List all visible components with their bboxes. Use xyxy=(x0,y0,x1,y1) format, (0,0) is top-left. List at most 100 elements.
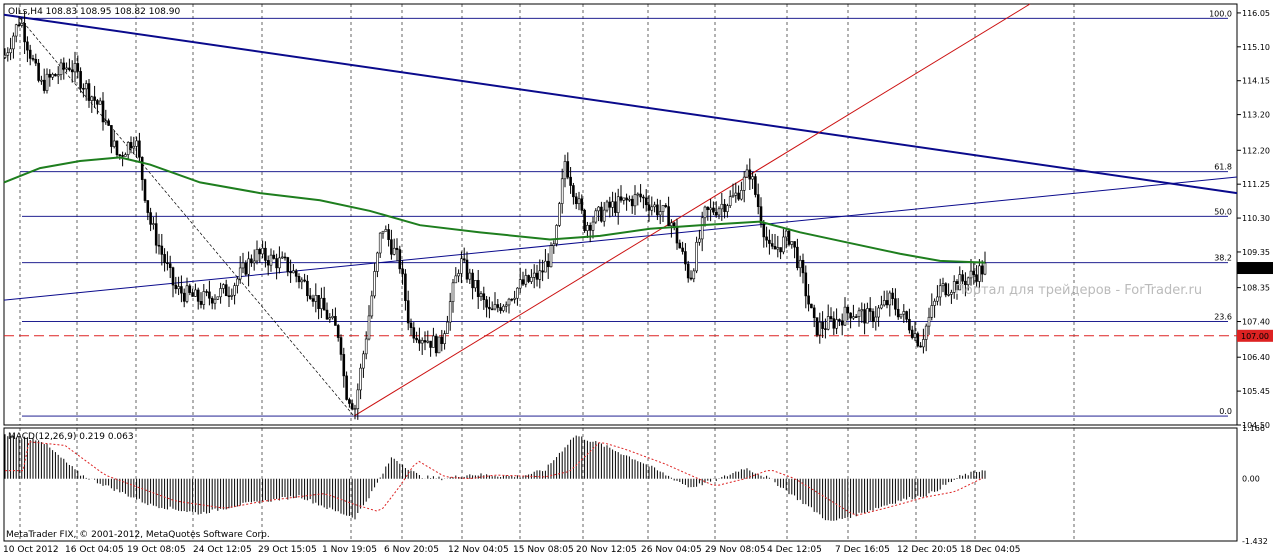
candle-body xyxy=(597,206,600,212)
x-tick-label: 7 Dec 16:05 xyxy=(835,545,890,555)
candle-body xyxy=(773,246,777,250)
candle-body xyxy=(516,287,519,299)
candle-body xyxy=(205,291,208,293)
candle-body xyxy=(843,306,847,326)
candle-body xyxy=(656,204,659,216)
candle-body xyxy=(941,283,945,287)
candle-body xyxy=(308,295,312,299)
candle-body xyxy=(311,298,315,302)
candle-body xyxy=(437,336,441,354)
candle-body xyxy=(902,311,906,315)
candle-body xyxy=(258,248,262,255)
candle-body xyxy=(34,58,38,64)
x-tick-label: 10 Oct 2012 xyxy=(3,545,59,555)
candle-body xyxy=(68,67,71,71)
candle-body xyxy=(502,305,505,311)
x-tick-label: 1 Nov 19:05 xyxy=(322,545,377,555)
candle-body xyxy=(846,306,850,314)
candle-body xyxy=(140,156,144,180)
candle-body xyxy=(171,267,175,286)
candle-body xyxy=(297,276,301,283)
candle-body xyxy=(334,316,337,326)
candle-body xyxy=(698,238,701,243)
candle-body xyxy=(810,303,813,309)
candle-body xyxy=(82,87,85,90)
candle-body xyxy=(588,225,592,231)
candle-body xyxy=(628,198,631,201)
price-tick-label: 108.35 xyxy=(1242,284,1270,293)
candle-body xyxy=(384,229,388,232)
candle-body xyxy=(566,161,570,178)
candle-body xyxy=(714,211,718,216)
chart-window[interactable]: 100.0 61.8 50.0 38.2 23.6 0.0 10 Oct 2012 16 O… xyxy=(0,0,1274,557)
symbol-line: OILs,H4 108.83 108.95 108.82 108.90 xyxy=(8,7,180,17)
candle-body xyxy=(717,208,721,216)
candle-body xyxy=(356,389,360,410)
x-tick-label: 12 Nov 04:05 xyxy=(448,545,509,555)
candle-body xyxy=(692,270,696,280)
candle-body xyxy=(269,254,273,266)
trading-chart[interactable]: 100.0 61.8 50.0 38.2 23.6 0.0 10 Oct 2012 16 O… xyxy=(0,0,1274,557)
candle-body xyxy=(62,62,66,70)
macd-panel-frame xyxy=(3,427,1238,542)
candle-body xyxy=(975,274,978,282)
candle-body xyxy=(482,293,486,301)
candle-body xyxy=(849,312,852,319)
candle-body xyxy=(415,337,418,341)
candle-body xyxy=(863,309,866,324)
candle-body xyxy=(611,201,614,208)
candle-body xyxy=(518,279,522,289)
candle-body xyxy=(667,206,670,227)
candle-body xyxy=(910,329,914,338)
price-tick-label: 109.35 xyxy=(1242,248,1270,257)
candle-body xyxy=(12,35,15,50)
candle-body xyxy=(191,292,194,297)
candle-body xyxy=(513,297,516,300)
copyright-footer: MetaTrader FIX, © 2001-2012, MetaQuotes … xyxy=(6,530,270,540)
candle-body xyxy=(793,241,796,248)
price-tick-label: 106.40 xyxy=(1242,353,1270,362)
price-tick-label: 113.20 xyxy=(1242,111,1270,120)
candle-body xyxy=(3,54,7,58)
candle-body xyxy=(538,270,542,280)
candle-body xyxy=(916,333,920,347)
candle-body xyxy=(653,204,656,208)
candle-body xyxy=(818,321,822,336)
candle-body xyxy=(471,272,474,289)
candle-body xyxy=(751,176,754,180)
x-tick-label: 6 Nov 20:05 xyxy=(384,545,439,555)
candle-body xyxy=(79,71,82,89)
candle-body xyxy=(740,190,743,200)
candle-body xyxy=(230,294,234,297)
candle-body xyxy=(14,24,18,37)
candle-body xyxy=(639,193,642,198)
candle-body xyxy=(605,201,609,211)
candle-body xyxy=(432,335,435,348)
x-tick-label: 20 Nov 12:05 xyxy=(576,545,637,555)
candle-body xyxy=(250,258,253,264)
candle-body xyxy=(485,299,488,308)
price-tick-label: 105.45 xyxy=(1242,387,1270,396)
candle-body xyxy=(689,277,693,280)
candle-body xyxy=(826,316,830,330)
candle-body xyxy=(448,301,452,323)
candle-body xyxy=(891,292,894,299)
candle-body xyxy=(832,318,836,329)
candle-body xyxy=(650,206,654,211)
candle-body xyxy=(429,340,432,348)
macd-tick-label: -1.432 xyxy=(1242,537,1268,546)
candle-body xyxy=(460,258,463,274)
candle-body xyxy=(404,273,407,301)
candle-body xyxy=(149,212,152,225)
candle-body xyxy=(535,272,539,280)
candle-body xyxy=(927,316,931,327)
candle-body xyxy=(544,260,547,273)
candle-body xyxy=(499,307,502,311)
candle-body xyxy=(776,247,780,250)
candle-body xyxy=(177,286,180,290)
candle-body xyxy=(401,268,404,275)
candle-body xyxy=(28,49,32,59)
candle-body xyxy=(261,247,264,255)
candle-body xyxy=(345,375,348,400)
candle-body xyxy=(26,41,29,51)
